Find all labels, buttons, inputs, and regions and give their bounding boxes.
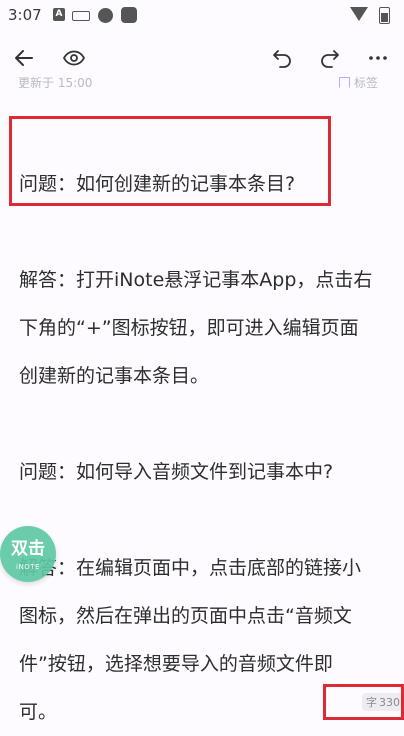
more-icon [369, 56, 387, 60]
status-bar: 3:07 A [0, 0, 404, 32]
floating-button-label: 双击 [11, 539, 45, 559]
updated-time: 更新于 15:00 [18, 76, 93, 88]
keyboard-icon [72, 11, 90, 21]
wifi-icon [350, 7, 368, 21]
question-2: 问题：如何导入音频文件到记事本中? [19, 461, 334, 483]
status-time: 3:07 [8, 6, 42, 24]
answer-2-line-3: 件”按钮，选择想要导入的音频文件即 [19, 653, 333, 675]
answer-2-line-1: 解答：在编辑页面中，点击底部的链接小 [19, 557, 362, 579]
back-arrow-icon [15, 50, 33, 66]
undo-icon [273, 50, 291, 68]
tag-icon [338, 77, 350, 88]
tag-button[interactable]: 标签 [338, 74, 378, 88]
note-meta-row: 更新于 15:00 标签 [0, 72, 404, 88]
square-icon [121, 7, 137, 23]
note-editor[interactable]: 问题：如何创建新的记事本条目? 解答：打开iNote悬浮记事本App，点击右 下… [19, 160, 389, 736]
question-highlight-box [9, 116, 331, 206]
floating-button-brand: iNOTE [16, 563, 40, 571]
battery-icon [379, 7, 390, 24]
notification-a-icon: A [53, 8, 65, 21]
char-count-highlight-box [323, 684, 404, 720]
floating-note-button[interactable]: 双击 iNOTE [0, 526, 56, 582]
answer-1-line-3: 创建新的记事本条目。 [19, 365, 210, 387]
answer-2-line-2: 图标，然后在弹出的页面中点击“音频文 [19, 605, 352, 627]
circle-icon [98, 8, 113, 23]
answer-1-line-1: 解答：打开iNote悬浮记事本App，点击右 [19, 269, 373, 291]
tag-label: 标签 [353, 76, 378, 88]
answer-1-line-2: 下角的“+”图标按钮，即可进入编辑页面 [19, 317, 359, 339]
redo-icon [321, 50, 339, 68]
eye-icon [62, 50, 86, 66]
